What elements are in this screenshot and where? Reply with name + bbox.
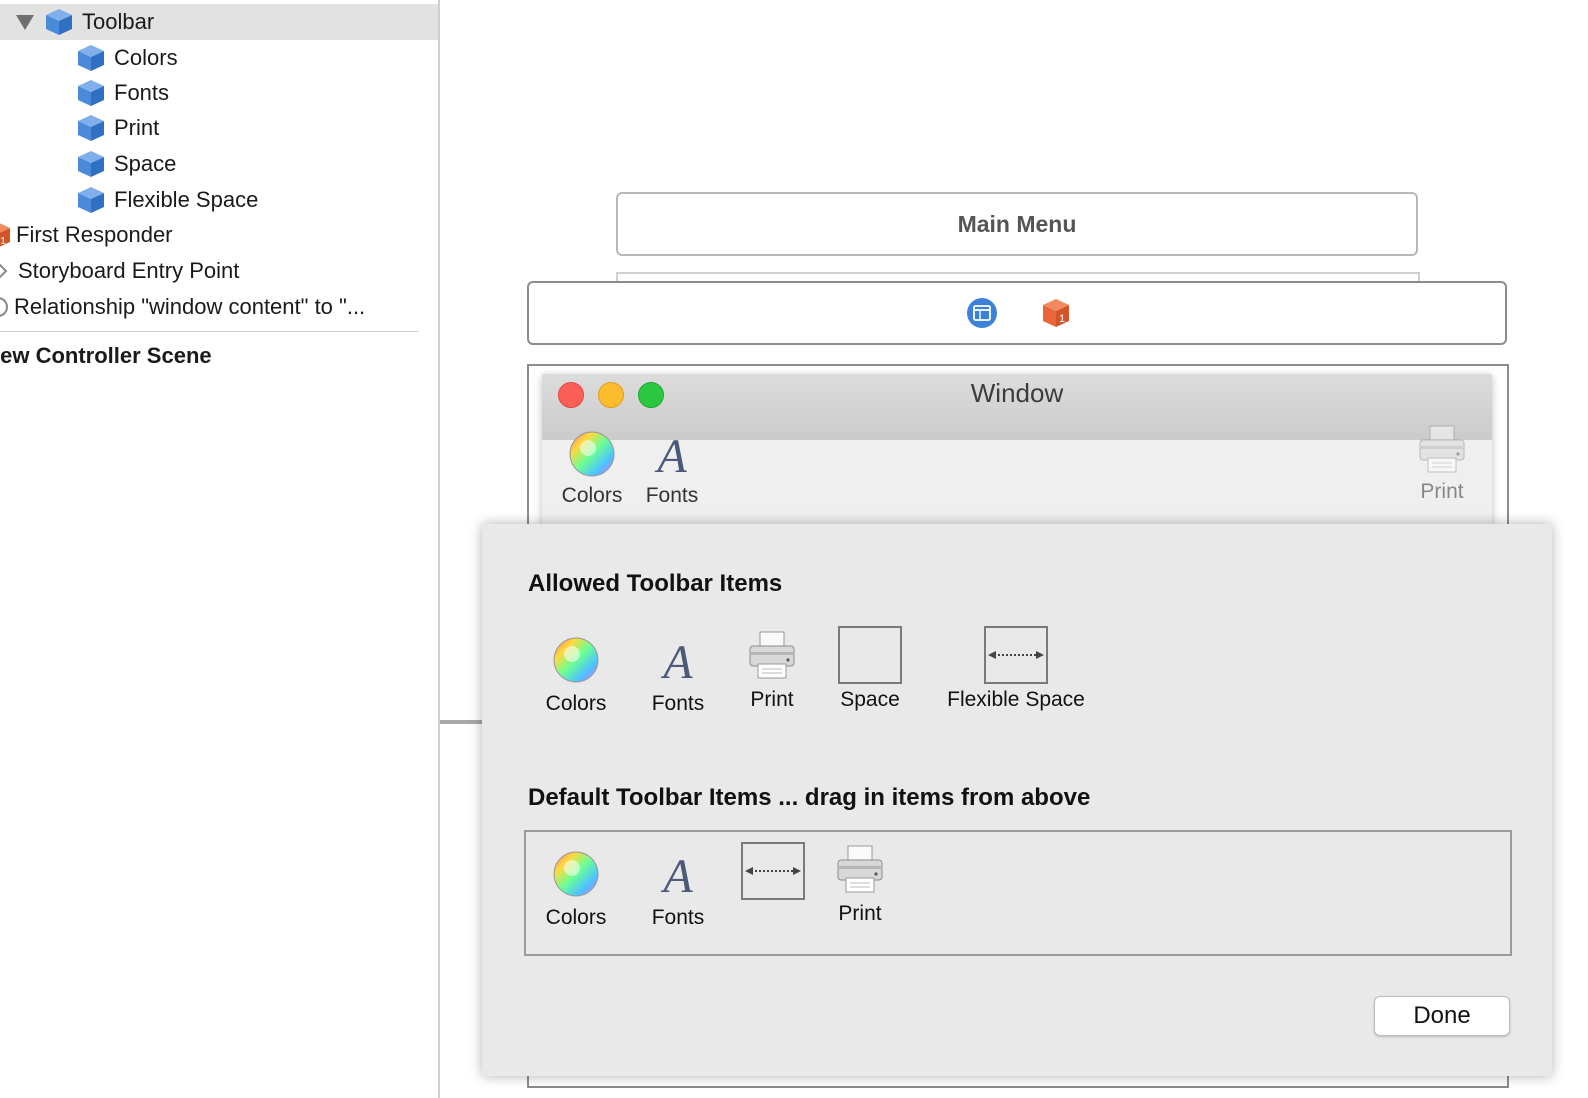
disclosure-triangle-icon[interactable]	[16, 15, 34, 30]
outline-item-print[interactable]: Print	[0, 110, 438, 146]
printer-icon	[1416, 422, 1468, 478]
toolbar-item-label: Fonts	[645, 484, 699, 507]
toolbar-item-fonts[interactable]: Fonts	[634, 430, 710, 508]
svg-text:1: 1	[1059, 313, 1065, 325]
default-item-flexible-space[interactable]	[740, 842, 806, 908]
default-item-colors[interactable]: Colors	[536, 850, 616, 930]
default-item-print[interactable]: Print	[824, 842, 896, 926]
outline-item-entry-point[interactable]: Storyboard Entry Point	[0, 253, 438, 289]
fonts-icon	[654, 850, 702, 898]
cube-icon	[76, 113, 106, 143]
toolbar-item-label: Colors	[561, 484, 623, 507]
flexible-space-icon	[984, 626, 1048, 684]
outline-item-label: Fonts	[114, 80, 170, 105]
toolbar-item-print[interactable]: Print	[1404, 422, 1480, 504]
window-title: Window	[970, 378, 1064, 408]
allowed-item-fonts[interactable]: Fonts	[640, 636, 716, 716]
cube-icon	[76, 185, 106, 215]
color-wheel-icon	[552, 850, 600, 898]
outline-item-relationship[interactable]: Relationship "window content" to "...	[0, 289, 438, 325]
outline-item-label: Relationship "window content" to "...	[14, 294, 366, 319]
outline-item-first-responder[interactable]: 1 First Responder	[0, 217, 438, 253]
document-outline: Toolbar Colors Fonts Print Space Flexibl…	[0, 0, 440, 1098]
fonts-icon	[654, 636, 702, 684]
palette-item-label: Flexible Space	[947, 688, 1085, 711]
cube-icon	[76, 78, 106, 108]
fonts-icon	[648, 430, 696, 478]
toolbar-item-colors[interactable]: Colors	[552, 430, 632, 508]
main-menu-scene[interactable]: Main Menu	[616, 192, 1418, 256]
window-preview[interactable]: Window Colors Fonts Print	[542, 374, 1492, 534]
cube-icon	[44, 7, 74, 37]
allowed-item-flexible-space[interactable]: Flexible Space	[934, 626, 1098, 712]
cube-icon	[76, 43, 106, 73]
space-icon	[838, 626, 902, 684]
printer-icon	[834, 842, 886, 898]
toolbar-item-label: Print	[1420, 480, 1464, 503]
outline-item-label: Toolbar	[82, 9, 155, 34]
default-items-heading: Default Toolbar Items ... drag in items …	[528, 784, 1091, 811]
palette-item-label: Space	[840, 688, 900, 711]
storyboard-canvas[interactable]: Main Menu 1 Window Colors Fonts Print Al…	[440, 0, 1588, 1098]
color-wheel-icon	[568, 430, 616, 478]
palette-item-label: Print	[838, 902, 882, 925]
cube-icon	[76, 149, 106, 179]
outline-item-fonts[interactable]: Fonts	[0, 75, 438, 111]
outline-item-label: Space	[114, 151, 177, 176]
customize-toolbar-sheet: Allowed Toolbar Items Colors Fonts Print…	[482, 524, 1552, 1076]
palette-item-label: Print	[750, 688, 794, 711]
outline-divider	[0, 331, 418, 332]
segue-connector	[440, 720, 484, 724]
first-responder-icon[interactable]: 1	[1040, 297, 1072, 329]
svg-text:1: 1	[0, 236, 6, 247]
outline-item-flexible-space[interactable]: Flexible Space	[0, 182, 438, 218]
printer-icon	[746, 628, 798, 684]
outline-item-label: Flexible Space	[114, 187, 259, 212]
palette-item-label: Colors	[545, 692, 607, 715]
default-item-fonts[interactable]: Fonts	[640, 850, 716, 930]
allowed-item-space[interactable]: Space	[828, 626, 912, 712]
outline-item-label: Print	[114, 115, 160, 140]
outline-item-colors[interactable]: Colors	[0, 40, 438, 76]
outline-item-label: First Responder	[16, 222, 173, 247]
relationship-icon	[0, 297, 8, 317]
outline-item-space[interactable]: Space	[0, 146, 438, 182]
color-wheel-icon	[552, 636, 600, 684]
entry-arrow-icon	[0, 263, 8, 279]
allowed-item-colors[interactable]: Colors	[536, 636, 616, 716]
palette-item-label: Fonts	[651, 692, 705, 715]
outline-item-label: Colors	[114, 45, 178, 70]
palette-item-label: Colors	[545, 906, 607, 929]
window-controller-icon[interactable]	[966, 297, 998, 329]
scene-dock: 1	[527, 281, 1507, 345]
flexible-space-icon	[741, 842, 805, 900]
first-responder-icon: 1	[0, 223, 10, 247]
done-button[interactable]: Done	[1374, 996, 1510, 1036]
allowed-item-print[interactable]: Print	[736, 628, 808, 712]
allowed-items-heading: Allowed Toolbar Items	[528, 570, 783, 597]
scene-title[interactable]: iew Controller Scene	[0, 343, 212, 369]
outline-item-label: Storyboard Entry Point	[18, 258, 240, 283]
default-items-drop-area[interactable]: Colors Fonts Print	[524, 830, 1512, 956]
palette-item-label: Fonts	[651, 906, 705, 929]
outline-item-toolbar[interactable]: Toolbar	[0, 4, 438, 40]
